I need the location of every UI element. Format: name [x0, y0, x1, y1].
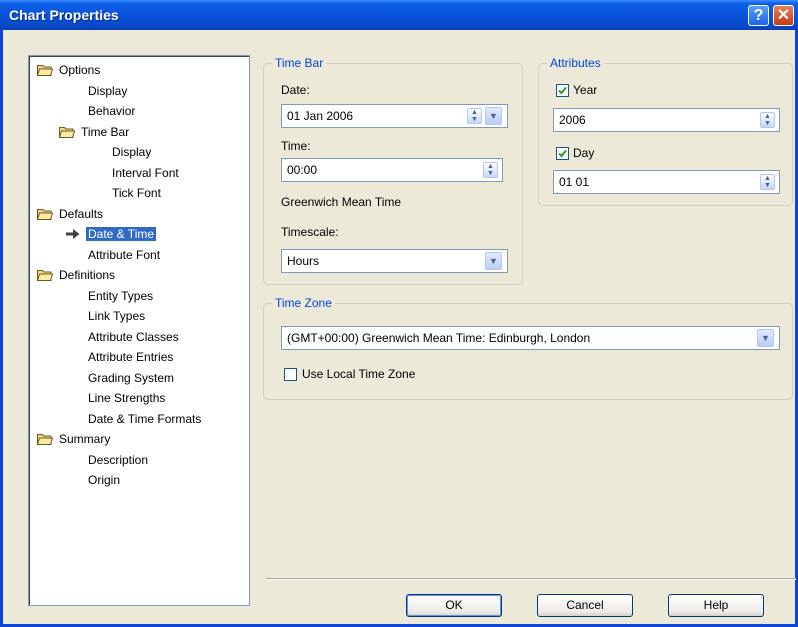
tree-item-label: Options — [59, 63, 101, 77]
tree-item-label: Grading System — [88, 370, 175, 385]
date-spin-icon[interactable]: ▲ ▼ — [467, 108, 482, 124]
day-label: Day — [573, 146, 595, 160]
time-bar-group-title: Time Bar — [272, 56, 327, 70]
tree-item[interactable]: Attribute Font — [86, 246, 162, 264]
timescale-value: Hours — [287, 254, 320, 268]
tree-item-label: Tick Font — [112, 186, 161, 200]
date-dropdown-icon[interactable]: ▼ — [485, 107, 502, 125]
time-input[interactable]: 00:00 ▲ ▼ — [281, 158, 503, 182]
arrow-right-icon — [66, 229, 80, 239]
timescale-select[interactable]: Hours ▼ — [281, 249, 508, 273]
tree-item-label: Time Bar — [81, 124, 130, 139]
tree-item[interactable]: Behavior — [86, 102, 137, 120]
tree-item-label: Entity Types — [88, 288, 154, 303]
attributes-group-title: Attributes — [547, 56, 604, 70]
tree-item[interactable]: Defaults — [37, 205, 105, 223]
time-zone-select[interactable]: (GMT+00:00) Greenwich Mean Time: Edinbur… — [281, 326, 780, 350]
options-tree[interactable]: Options Display Behavior Time Bar Display Int… — [28, 55, 250, 606]
chevron-down-icon[interactable]: ▼ — [757, 329, 774, 347]
help-button[interactable]: Help — [668, 594, 764, 617]
help-title-button[interactable]: ? — [748, 5, 769, 26]
date-value: 01 Jan 2006 — [287, 109, 354, 123]
day-checkbox[interactable] — [556, 147, 569, 160]
time-zone-group-title: Time Zone — [272, 296, 335, 310]
ok-button[interactable]: OK — [406, 594, 502, 617]
tree-item-label: Summary — [59, 432, 111, 446]
chart-properties-dialog: Chart Properties ? ✕ Options Display Behav… — [0, 0, 798, 627]
chevron-down-icon[interactable]: ▼ — [485, 252, 502, 270]
year-checkbox[interactable] — [556, 84, 569, 97]
tree-item[interactable]: Origin — [86, 471, 122, 489]
tree-item-label: Display — [112, 145, 152, 159]
tree-item-label: Behavior — [88, 104, 136, 118]
button-separator — [266, 578, 796, 580]
year-value: 2006 — [559, 113, 586, 127]
timezone-text: Greenwich Mean Time — [281, 195, 402, 209]
cancel-button[interactable]: Cancel — [537, 594, 633, 617]
folder-open-icon — [59, 126, 75, 138]
tree-item[interactable]: Attribute Entries — [86, 348, 175, 366]
tree-item[interactable]: Date & Time Formats — [86, 410, 203, 428]
tree-item[interactable]: Date & Time — [66, 225, 157, 243]
tree-item[interactable]: Entity Types — [86, 287, 155, 305]
tree-item-label: Link Types — [88, 309, 146, 323]
tree-item[interactable]: Summary — [37, 430, 112, 448]
date-picker[interactable]: 01 Jan 2006 ▲ ▼ ▼ — [281, 104, 508, 128]
folder-open-icon — [37, 270, 53, 281]
time-zone-value: (GMT+00:00) Greenwich Mean Time: Edinbur… — [287, 331, 591, 345]
timescale-label: Timescale: — [281, 225, 339, 239]
tree-item[interactable]: Tick Font — [110, 184, 163, 202]
day-value: 01 01 — [559, 175, 590, 189]
tree-item[interactable]: Attribute Classes — [86, 328, 181, 346]
folder-open-icon — [37, 65, 53, 76]
day-spin-icon[interactable]: ▲ ▼ — [760, 174, 775, 190]
tree-item[interactable]: Description — [86, 451, 150, 469]
folder-open-icon — [37, 434, 53, 445]
check-icon — [558, 86, 567, 95]
tree-item-label: Definitions — [59, 268, 116, 282]
tree-item-label: Attribute Classes — [88, 329, 179, 344]
date-label: Date: — [281, 83, 310, 97]
time-spin-icon[interactable]: ▲ ▼ — [483, 162, 498, 178]
tree-item[interactable]: Time Bar — [59, 123, 131, 141]
check-icon — [558, 149, 567, 158]
tree-item-label: Attribute Entries — [88, 350, 174, 364]
time-zone-group: Time Zone — [263, 296, 793, 400]
folder-open-icon — [37, 208, 53, 220]
time-value: 00:00 — [287, 163, 318, 177]
tree-item[interactable]: Definitions — [37, 266, 117, 284]
year-label: Year — [573, 83, 598, 97]
tree-item-label: Line Strengths — [88, 391, 166, 405]
title-bar: Chart Properties ? ✕ — [0, 0, 798, 30]
time-label: Time: — [281, 139, 311, 153]
close-button[interactable]: ✕ — [773, 5, 794, 26]
tree-item-label: Date & Time Formats — [88, 411, 202, 426]
use-local-time-zone-checkbox[interactable] — [284, 368, 297, 381]
tree-item-label: Origin — [88, 473, 121, 487]
dialog-title: Chart Properties — [9, 7, 119, 23]
tree-item-label: Display — [88, 83, 128, 98]
tree-item-label: Defaults — [59, 206, 104, 221]
tree-item[interactable]: Display — [110, 143, 153, 161]
tree-item[interactable]: Options — [37, 61, 102, 79]
tree-item-label: Interval Font — [112, 165, 179, 180]
tree-item[interactable]: Line Strengths — [86, 389, 167, 407]
tree-item[interactable]: Link Types — [86, 307, 147, 325]
tree-item[interactable]: Interval Font — [110, 164, 181, 182]
use-local-time-zone-label: Use Local Time Zone — [302, 367, 416, 381]
year-spin-icon[interactable]: ▲ ▼ — [760, 112, 775, 128]
day-input[interactable]: 01 01 ▲ ▼ — [553, 170, 780, 194]
tree-item[interactable]: Grading System — [86, 369, 176, 387]
year-input[interactable]: 2006 ▲ ▼ — [553, 108, 780, 132]
tree-item[interactable]: Display — [86, 82, 129, 100]
tree-item-label: Description — [88, 452, 149, 467]
tree-item-label: Date & Time — [86, 227, 157, 241]
tree-item-label: Attribute Font — [88, 247, 161, 262]
